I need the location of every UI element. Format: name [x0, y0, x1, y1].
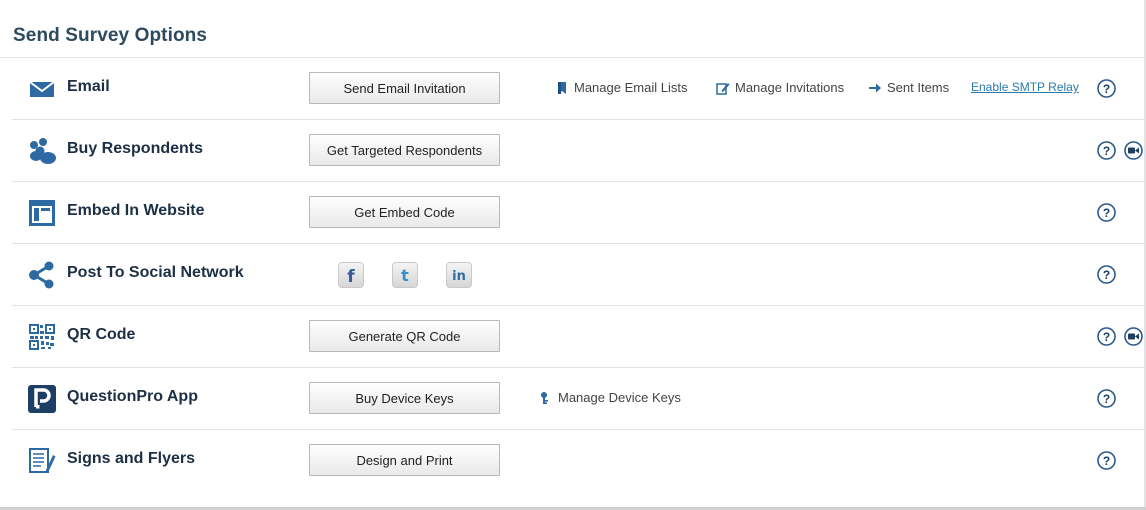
- row-buy-respondents: Buy Respondents Get Targeted Respondents…: [12, 120, 1144, 182]
- row-qr-code: QR Code Generate QR Code ?: [12, 306, 1144, 368]
- row-label-signs-and-flyers: Signs and Flyers: [67, 450, 196, 467]
- enable-smtp-relay-link[interactable]: Enable SMTP Relay: [971, 80, 1079, 94]
- row-embed-in-website: Embed In Website Get Embed Code ?: [12, 182, 1144, 244]
- bookmark-icon: [555, 81, 569, 95]
- row-label-qr-code: QR Code: [67, 326, 136, 343]
- page-title: Send Survey Options: [13, 25, 208, 46]
- help-icon[interactable]: ?: [1097, 389, 1116, 408]
- svg-text:in: in: [452, 269, 466, 284]
- twitter-icon[interactable]: t: [392, 262, 418, 288]
- qr-code-icon: [27, 322, 57, 352]
- sent-items-link[interactable]: Sent Items: [868, 80, 949, 95]
- help-icon[interactable]: ?: [1097, 203, 1116, 222]
- arrow-right-icon: [868, 81, 882, 95]
- share-icon: [27, 260, 57, 290]
- get-targeted-respondents-button[interactable]: Get Targeted Respondents: [309, 134, 500, 166]
- svg-text:?: ?: [1103, 144, 1110, 158]
- row-questionpro-app: QuestionPro App Buy Device Keys Manage D…: [12, 368, 1144, 430]
- send-survey-options-panel: Send Survey Options Email Send Email Inv…: [0, 0, 1146, 510]
- flyer-icon: [27, 446, 57, 476]
- manage-email-lists-label: Manage Email Lists: [574, 80, 688, 95]
- svg-text:?: ?: [1103, 206, 1110, 220]
- facebook-icon[interactable]: f: [338, 262, 364, 288]
- manage-invitations-link[interactable]: Manage Invitations: [716, 80, 844, 95]
- send-email-invitation-button[interactable]: Send Email Invitation: [309, 72, 500, 104]
- generate-qr-code-button[interactable]: Generate QR Code: [309, 320, 500, 352]
- svg-text:?: ?: [1103, 268, 1110, 282]
- video-icon[interactable]: [1124, 141, 1143, 160]
- svg-text:?: ?: [1103, 392, 1110, 406]
- row-label-post-to-social-network: Post To Social Network: [67, 264, 244, 281]
- row-label-email: Email: [67, 78, 110, 95]
- row-label-embed-in-website: Embed In Website: [67, 202, 205, 219]
- questionpro-app-icon: [27, 384, 57, 414]
- row-label-buy-respondents: Buy Respondents: [67, 140, 204, 157]
- webpage-icon: [27, 198, 57, 228]
- row-label-questionpro-app: QuestionPro App: [67, 388, 198, 405]
- svg-text:f: f: [347, 267, 355, 285]
- video-icon[interactable]: [1124, 327, 1143, 346]
- row-email: Email Send Email Invitation Manage Email…: [12, 58, 1144, 120]
- row-signs-and-flyers: Signs and Flyers Design and Print ?: [12, 430, 1144, 492]
- help-icon[interactable]: ?: [1097, 141, 1116, 160]
- linkedin-icon[interactable]: in: [446, 262, 472, 288]
- manage-email-lists-link[interactable]: Manage Email Lists: [555, 80, 687, 95]
- manage-invitations-label: Manage Invitations: [735, 80, 845, 95]
- people-icon: [27, 136, 57, 166]
- manage-device-keys-link[interactable]: Manage Device Keys: [539, 390, 681, 405]
- svg-text:?: ?: [1103, 82, 1110, 96]
- edit-icon: [716, 81, 730, 95]
- help-icon[interactable]: ?: [1097, 451, 1116, 470]
- row-post-to-social-network: Post To Social Network f t in ?: [12, 244, 1144, 306]
- key-icon: [539, 391, 553, 405]
- sent-items-label: Sent Items: [887, 80, 950, 95]
- help-icon[interactable]: ?: [1097, 327, 1116, 346]
- buy-device-keys-button[interactable]: Buy Device Keys: [309, 382, 500, 414]
- get-embed-code-button[interactable]: Get Embed Code: [309, 196, 500, 228]
- help-icon[interactable]: ?: [1097, 265, 1116, 284]
- envelope-icon: [27, 74, 57, 104]
- svg-text:?: ?: [1103, 330, 1110, 344]
- manage-device-keys-label: Manage Device Keys: [558, 390, 681, 405]
- svg-text:t: t: [401, 266, 409, 285]
- design-and-print-button[interactable]: Design and Print: [309, 444, 500, 476]
- svg-text:?: ?: [1103, 454, 1110, 468]
- help-icon[interactable]: ?: [1097, 79, 1116, 98]
